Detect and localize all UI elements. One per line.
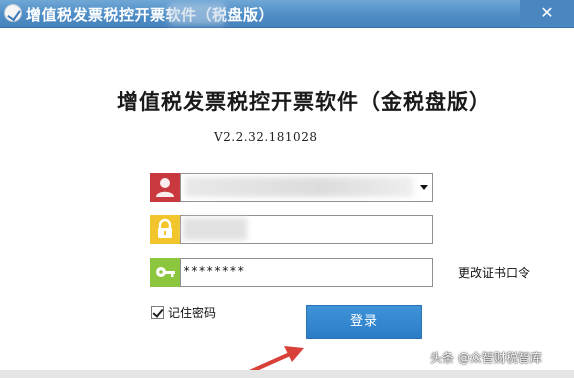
title-blur-region <box>168 3 226 25</box>
dropdown-arrow-icon[interactable] <box>420 185 428 190</box>
app-icon <box>4 4 22 22</box>
window-titlebar: 增值税发票税控开票软件（税盘版） ✕ <box>0 0 574 28</box>
user-select[interactable] <box>180 173 433 202</box>
remember-password-label: 记住密码 <box>168 306 217 320</box>
lock-icon <box>150 215 180 244</box>
close-button[interactable]: ✕ <box>520 0 574 27</box>
user-field-blur <box>185 177 413 197</box>
bottom-strip <box>0 370 574 378</box>
user-icon <box>150 173 180 202</box>
watermark-text: 头条 @众智财税智库 <box>430 351 542 365</box>
password-input[interactable]: ******** <box>180 258 433 287</box>
lock-input[interactable] <box>180 215 433 244</box>
version-label: V2.2.32.181028 <box>214 130 318 144</box>
login-button[interactable]: 登录 <box>306 305 422 339</box>
key-icon <box>150 258 180 287</box>
window-title: 增值税发票税控开票软件（税盘版） <box>26 4 274 25</box>
lock-field-blur <box>183 218 247 240</box>
change-cert-password-link[interactable]: 更改证书口令 <box>458 264 530 281</box>
password-value: ******** <box>183 264 245 278</box>
page-title: 增值税发票税控开票软件（金税盘版） <box>117 90 491 114</box>
remember-password-checkbox[interactable] <box>151 306 164 319</box>
